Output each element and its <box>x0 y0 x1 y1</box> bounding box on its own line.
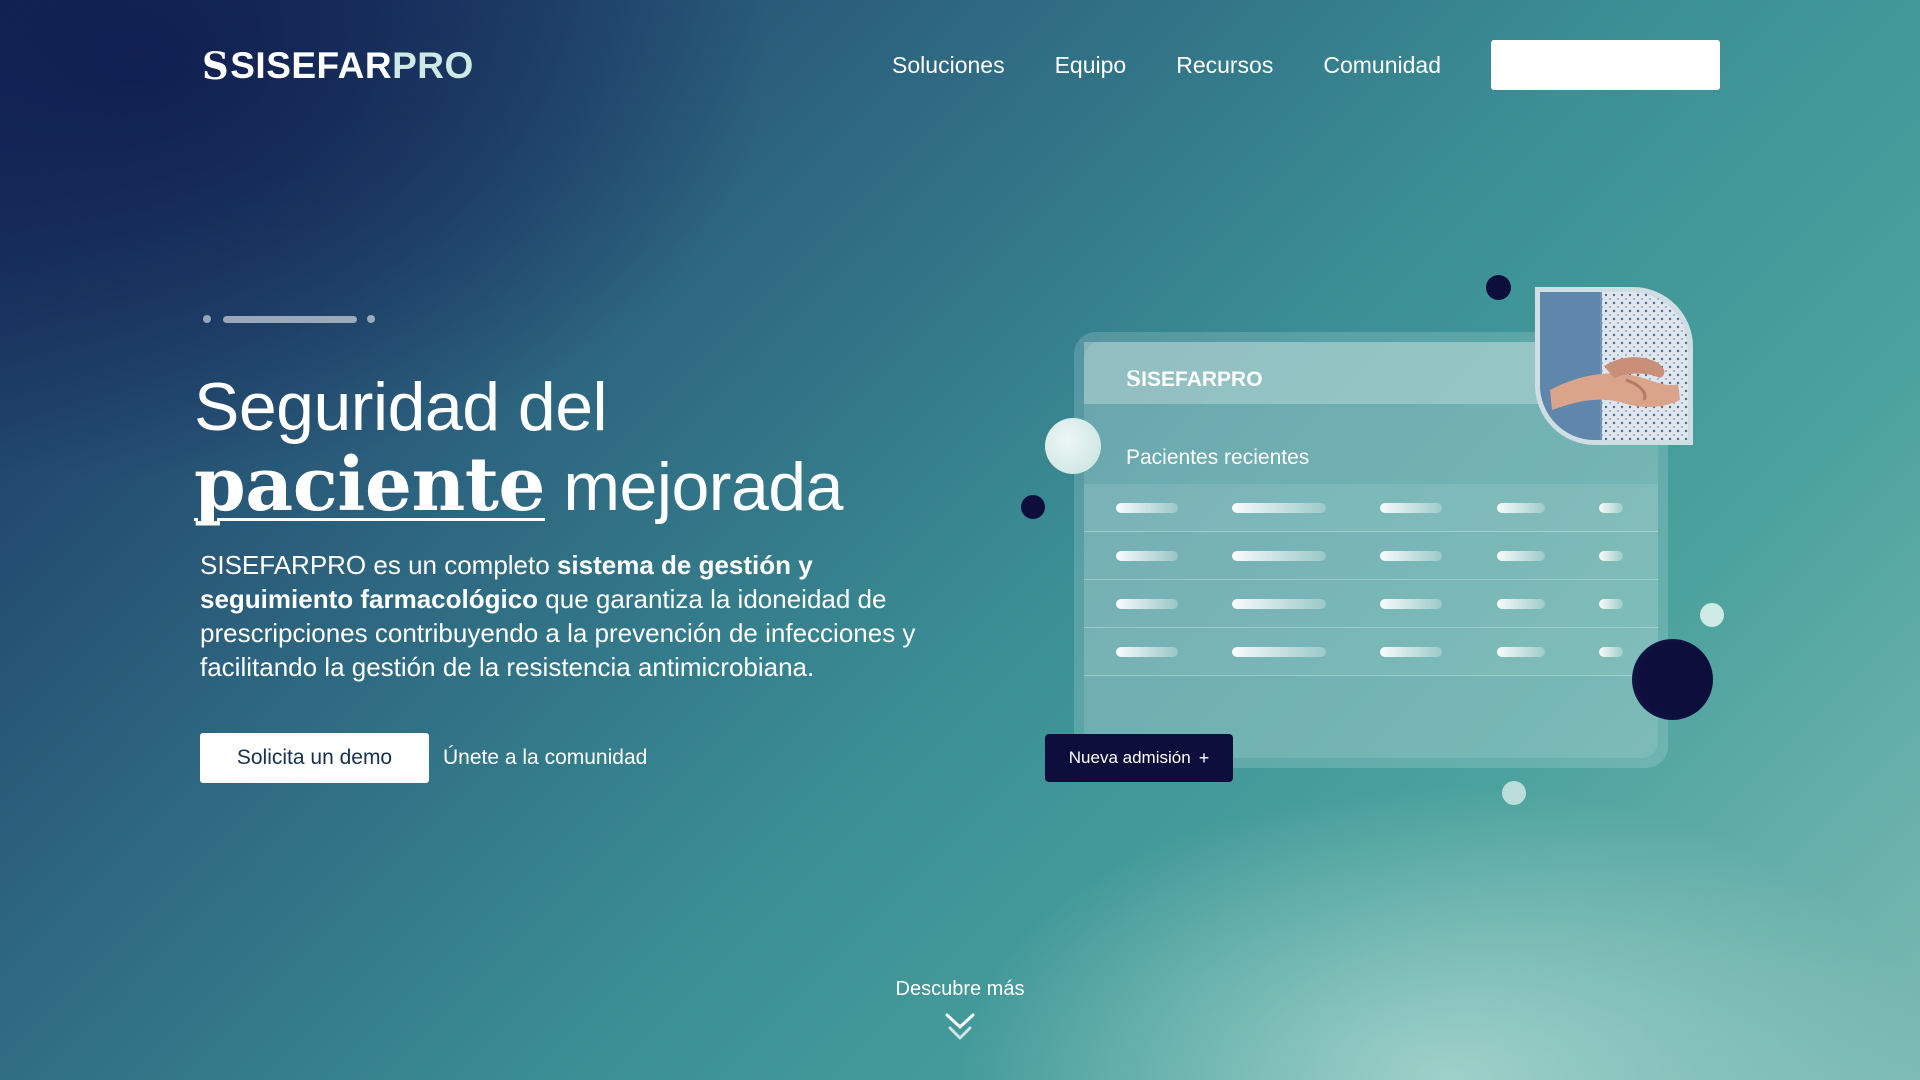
new-admission-label: Nueva admisión <box>1068 748 1191 767</box>
decorative-circle-navy <box>1632 639 1713 720</box>
table-row <box>1084 628 1658 676</box>
hero-title: Seguridad del paciente mejorada <box>194 368 843 526</box>
placeholder-bar <box>1116 551 1178 561</box>
logo-text-accent: PRO <box>392 45 474 86</box>
indicator-active-bar[interactable] <box>223 315 357 323</box>
placeholder-bar <box>1599 551 1623 561</box>
placeholder-bar <box>1116 599 1178 609</box>
hero-actions: Solicita un demo Únete a la comunidad <box>200 733 647 783</box>
decorative-dot-navy <box>1021 495 1045 519</box>
decorative-dot-navy <box>1486 275 1511 300</box>
placeholder-bar <box>1599 599 1623 609</box>
placeholder-bar <box>1497 599 1545 609</box>
header-demo-button[interactable]: Solicita un demo <box>1491 40 1720 90</box>
placeholder-bar <box>1232 551 1326 561</box>
decorative-dot-light <box>1700 603 1724 627</box>
nav-link-comunidad[interactable]: Comunidad <box>1323 40 1441 90</box>
mockup-logo-mark-icon: S <box>1126 366 1142 391</box>
brand-logo[interactable]: S SISEFAR PRO <box>202 44 474 88</box>
placeholder-bar <box>1232 503 1326 513</box>
nav-link-equipo[interactable]: Equipo <box>1055 40 1127 90</box>
placeholder-bar <box>1232 647 1326 657</box>
logo-text-primary: SISEFAR <box>230 45 393 86</box>
placeholder-bar <box>1116 647 1178 657</box>
hero-title-line-1: Seguridad del <box>194 369 608 445</box>
discover-more[interactable]: Descubre más <box>0 978 1920 1048</box>
patient-hands-photo <box>1535 287 1693 445</box>
placeholder-bar <box>1380 503 1442 513</box>
placeholder-bar <box>1599 647 1623 657</box>
hero-demo-button[interactable]: Solicita un demo <box>200 733 429 783</box>
placeholder-bar <box>1380 647 1442 657</box>
indicator-dot[interactable] <box>203 315 211 323</box>
decorative-circle-light <box>1045 418 1101 474</box>
mockup-table <box>1084 484 1658 676</box>
mockup-logo: SISEFARPRO <box>1126 366 1263 392</box>
hands-photo-icon <box>1540 292 1688 440</box>
placeholder-bar <box>1380 551 1442 561</box>
mockup-section-title: Pacientes recientes <box>1126 446 1310 469</box>
placeholder-bar <box>1497 503 1545 513</box>
indicator-dot[interactable] <box>367 315 375 323</box>
table-row <box>1084 532 1658 580</box>
main-nav: Soluciones Equipo Recursos Comunidad Sol… <box>892 40 1720 90</box>
discover-more-label: Descubre más <box>895 978 1025 1000</box>
new-admission-button[interactable]: Nueva admisión + <box>1045 734 1233 782</box>
placeholder-bar <box>1497 647 1545 657</box>
double-chevron-down-icon[interactable] <box>945 1011 975 1048</box>
table-row <box>1084 580 1658 628</box>
hero-title-emphasis: paciente <box>194 442 546 528</box>
mockup-logo-text: ISEFARPRO <box>1141 368 1263 391</box>
plus-icon: + <box>1198 747 1210 768</box>
placeholder-bar <box>1599 503 1623 513</box>
hero-description: SISEFARPRO es un completo sistema de ges… <box>200 548 940 684</box>
hero-title-line-2: paciente mejorada <box>194 446 843 526</box>
placeholder-bar <box>1380 599 1442 609</box>
nav-link-recursos[interactable]: Recursos <box>1176 40 1273 90</box>
join-community-link[interactable]: Únete a la comunidad <box>443 746 647 770</box>
table-row <box>1084 484 1658 532</box>
hero-title-rest: mejorada <box>545 449 843 525</box>
logo-mark-icon: S <box>202 44 230 88</box>
decorative-dot-light <box>1502 781 1526 805</box>
hero-description-text: SISEFARPRO es un completo <box>200 550 557 580</box>
slide-indicator <box>203 315 375 323</box>
nav-link-soluciones[interactable]: Soluciones <box>892 40 1005 90</box>
placeholder-bar <box>1497 551 1545 561</box>
placeholder-bar <box>1232 599 1326 609</box>
placeholder-bar <box>1116 503 1178 513</box>
